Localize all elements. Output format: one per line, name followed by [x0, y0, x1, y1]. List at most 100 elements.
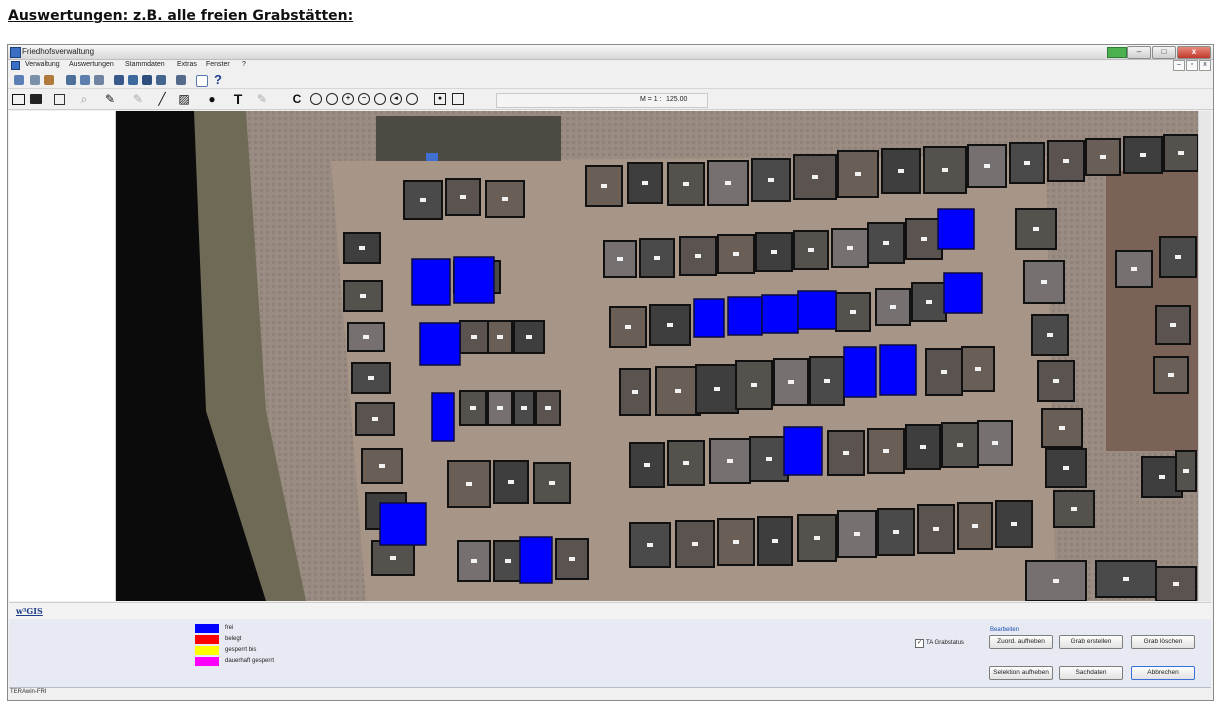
pan-back-icon[interactable]: ◂	[390, 93, 402, 105]
menu-help[interactable]: ?	[242, 61, 246, 68]
grave-label-marker	[471, 559, 477, 563]
zoom-extent-icon[interactable]	[310, 93, 322, 105]
person-icon[interactable]	[66, 75, 76, 85]
menu-fenster[interactable]: Fenster	[206, 61, 230, 68]
close-button[interactable]: x	[1177, 46, 1211, 59]
copy-icon[interactable]	[54, 94, 65, 105]
map-scrollbar[interactable]	[1198, 111, 1211, 601]
zuord-aufheben-button[interactable]: Zuord. aufheben	[989, 635, 1053, 649]
edit-icon[interactable]	[14, 75, 24, 85]
grave-label-marker	[1053, 379, 1059, 383]
grabstatus-checkbox[interactable]: ✓	[915, 639, 924, 648]
hatch-icon[interactable]: ▨	[178, 93, 190, 105]
grave-label-marker	[1183, 469, 1189, 473]
building-roof	[376, 116, 561, 161]
abbrechen-button[interactable]: Abbrechen	[1131, 666, 1195, 680]
tools-icon[interactable]	[44, 75, 54, 85]
zoom-window-icon[interactable]	[326, 93, 338, 105]
free-grave[interactable]	[937, 208, 975, 250]
grave-label-marker	[972, 524, 978, 528]
layer-panel[interactable]	[9, 111, 116, 601]
select-rectangle-icon[interactable]	[12, 94, 25, 105]
legend-label: gesperrt bis	[225, 647, 257, 653]
group-icon[interactable]	[128, 75, 138, 85]
grave-label-marker	[1178, 151, 1184, 155]
free-grave[interactable]	[783, 426, 823, 476]
free-grave[interactable]	[693, 298, 725, 338]
grab-loeschen-button[interactable]: Grab löschen	[1131, 635, 1195, 649]
grave-icon[interactable]	[114, 75, 124, 85]
scale-value[interactable]: 125.00	[666, 96, 687, 103]
report-icon[interactable]	[196, 75, 208, 87]
grave-label-marker	[505, 559, 511, 563]
legend-panel: frei belegt gesperrt bis dauerhaft gespe…	[9, 619, 1211, 688]
person-list-icon[interactable]	[94, 75, 104, 85]
free-grave[interactable]	[419, 322, 461, 366]
grave-label-marker	[1024, 161, 1030, 165]
menu-auswertungen[interactable]: Auswertungen	[69, 61, 114, 68]
gis-logo: w³GIS	[16, 606, 43, 616]
grave-label-marker	[814, 536, 820, 540]
grab-erstellen-button[interactable]: Grab erstellen	[1059, 635, 1123, 649]
mdi-close-button[interactable]: x	[1199, 60, 1211, 71]
person-edit-icon[interactable]	[80, 75, 90, 85]
grave-label-marker	[675, 389, 681, 393]
free-grave[interactable]	[379, 502, 427, 546]
grave-label-marker	[642, 181, 648, 185]
print-icon[interactable]	[176, 75, 186, 85]
text-tool-icon[interactable]: T	[232, 92, 244, 106]
grave-label-marker	[942, 168, 948, 172]
line-icon[interactable]: ╱	[156, 93, 168, 105]
footer-statusbar: TERAwin-FRI	[9, 688, 1211, 699]
document-icon[interactable]	[30, 75, 40, 85]
minimize-button[interactable]: –	[1127, 46, 1151, 59]
menu-stammdaten[interactable]: Stammdaten	[125, 61, 165, 68]
help-icon[interactable]: ?	[214, 72, 222, 87]
zoom-out-icon[interactable]: −	[358, 93, 370, 105]
menu-verwaltung[interactable]: Verwaltung	[25, 61, 60, 68]
maximize-button[interactable]: □	[1152, 46, 1176, 59]
grave-label-marker	[1168, 373, 1174, 377]
free-grave[interactable]	[843, 346, 877, 398]
layer-icon[interactable]: ●	[434, 93, 446, 105]
printer-icon[interactable]	[30, 94, 42, 104]
person-search-icon[interactable]	[452, 93, 464, 105]
sachdaten-button[interactable]: Sachdaten	[1059, 666, 1123, 680]
menu-extras[interactable]: Extras	[177, 61, 197, 68]
book-icon[interactable]	[142, 75, 152, 85]
users-icon[interactable]	[156, 75, 166, 85]
legend-swatch	[195, 635, 219, 644]
main-toolbar: ?	[8, 72, 1213, 89]
point-icon[interactable]: ●	[206, 93, 218, 105]
mdi-restore-button[interactable]: ▫	[1186, 60, 1198, 71]
free-grave[interactable]	[943, 272, 983, 314]
mdi-minimize-button[interactable]: –	[1173, 60, 1185, 71]
zoom-icon[interactable]: ⌕	[78, 93, 90, 105]
eraser-icon[interactable]: ✎	[132, 93, 144, 105]
free-grave[interactable]	[453, 256, 495, 304]
selektion-aufheben-button[interactable]: Selektion aufheben	[989, 666, 1053, 680]
free-grave[interactable]	[761, 294, 799, 334]
menu-bar: Verwaltung Auswertungen Stammdaten Extra…	[8, 60, 1213, 71]
free-grave[interactable]	[431, 392, 455, 442]
free-grave[interactable]	[411, 258, 451, 306]
zoom-in-icon[interactable]: +	[342, 93, 354, 105]
pan-icon[interactable]	[406, 93, 418, 105]
grave-label-marker	[1041, 280, 1047, 284]
zoom-measure-icon[interactable]	[374, 93, 386, 105]
grave-label-marker	[1063, 466, 1069, 470]
free-grave[interactable]	[727, 296, 763, 336]
marker-icon[interactable]: ✎	[256, 93, 268, 105]
free-grave[interactable]	[797, 290, 837, 330]
free-grave[interactable]	[879, 344, 917, 396]
cemetery-map[interactable]	[116, 111, 1198, 601]
grave-label-marker	[883, 241, 889, 245]
pen-icon[interactable]: ✎	[104, 93, 116, 105]
aerial-map-canvas[interactable]	[116, 111, 1198, 601]
grave-label-marker	[984, 164, 990, 168]
grave-label-marker	[725, 181, 731, 185]
grave-label-marker	[733, 540, 739, 544]
grave-label-marker	[683, 182, 689, 186]
free-grave[interactable]	[519, 536, 553, 584]
refresh-icon[interactable]: C	[291, 93, 303, 105]
